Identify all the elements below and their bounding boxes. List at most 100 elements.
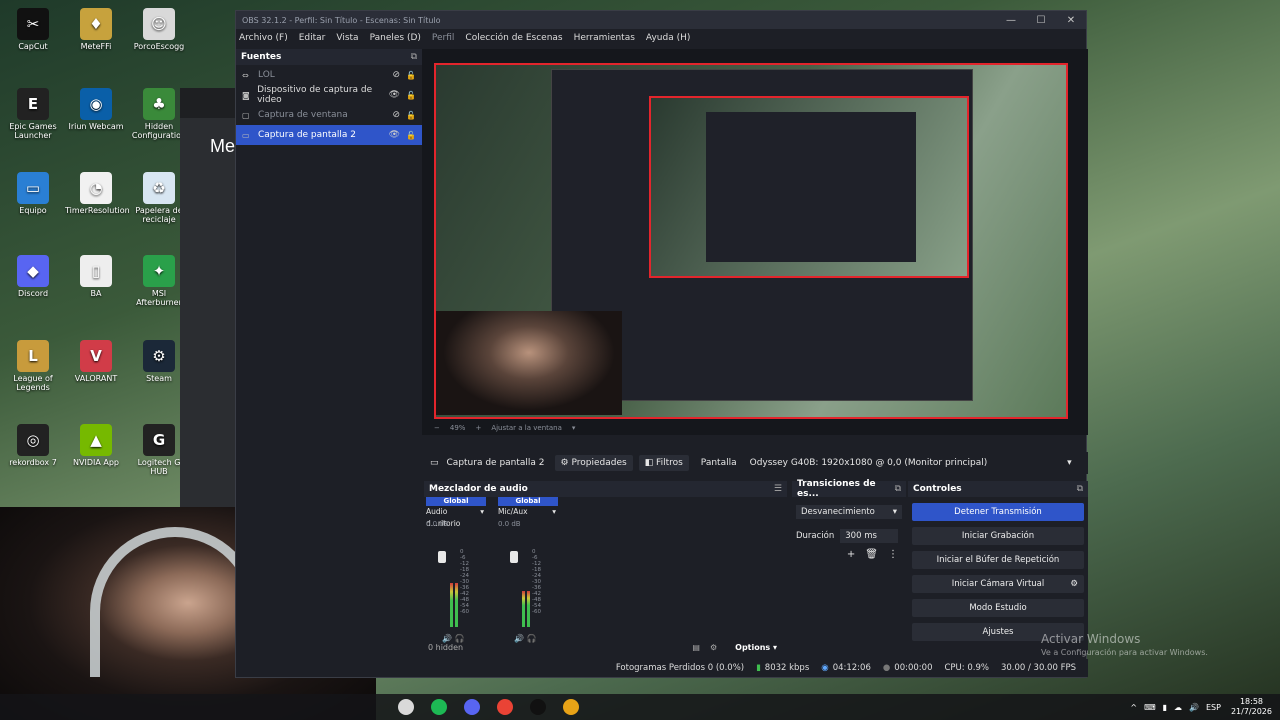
control-button[interactable]: Modo Estudio — [912, 599, 1084, 617]
trash-icon[interactable]: 🗑 — [865, 549, 878, 560]
app-icon: ◉ — [80, 88, 112, 120]
desktop-icon[interactable]: ▲ NVIDIA App — [65, 424, 127, 467]
more-icon[interactable]: ⋮ — [888, 549, 898, 560]
add-icon[interactable]: + — [847, 549, 855, 560]
menu-item[interactable]: Colección de Escenas — [465, 33, 562, 43]
eye-hidden-icon[interactable]: ⊘ — [392, 110, 400, 120]
channel-name-select[interactable]: Audio d...ritorio ▾ — [426, 506, 486, 528]
gear-icon[interactable]: ⚙ — [1070, 579, 1078, 589]
source-item-label: LOL — [258, 70, 275, 80]
dock-float-icon[interactable]: ⧉ — [895, 484, 901, 494]
tray-icon[interactable]: ESP — [1206, 703, 1221, 712]
taskbar-app-icon[interactable] — [530, 699, 546, 715]
dock-float-icon[interactable]: ⧉ — [411, 52, 417, 62]
desktop-icon[interactable]: ♦ MeteFFi — [65, 8, 127, 51]
desktop-icon[interactable]: L League of Legends — [2, 340, 64, 392]
lock-icon[interactable]: 🔓 — [406, 91, 416, 100]
desktop-icon-label: BA — [90, 289, 102, 298]
control-button[interactable]: Iniciar el Búfer de Repetición — [912, 551, 1084, 569]
volume-meter[interactable] — [438, 547, 458, 627]
control-button[interactable]: Iniciar Cámara Virtual ⚙ — [912, 575, 1084, 593]
mixer-settings-icon[interactable]: ⚙ — [710, 643, 717, 652]
volume-slider-handle[interactable] — [438, 551, 446, 563]
menu-item[interactable]: Perfil — [432, 33, 455, 43]
app-icon: ◔ — [80, 172, 112, 204]
transition-select[interactable]: Desvanecimiento ▾ — [796, 505, 902, 519]
control-buttons: Detener Transmisión Iniciar Grabación Inic… — [908, 503, 1088, 641]
layout-icon[interactable]: ▤ — [692, 643, 700, 652]
desktop-icon-label: NVIDIA App — [73, 458, 119, 467]
controls-dock: Controles ⧉ Detener Transmisión Iniciar G… — [908, 481, 1088, 653]
desktop-icon[interactable]: ▭ Equipo — [2, 172, 64, 215]
display-label: Pantalla — [700, 458, 737, 468]
volume-meter[interactable] — [510, 547, 530, 627]
app-icon: ♻ — [143, 172, 175, 204]
record-time: 00:00:00 — [894, 663, 933, 673]
lock-icon[interactable]: 🔓 — [406, 111, 416, 120]
properties-button[interactable]: ⚙ Propiedades — [554, 455, 633, 471]
desktop-icon[interactable]: ◎ rekordbox 7 — [2, 424, 64, 467]
filters-button[interactable]: ◧ Filtros — [638, 455, 689, 471]
dock-float-icon[interactable]: ⧉ — [1077, 484, 1083, 494]
taskbar-app-icon[interactable] — [497, 699, 513, 715]
tray-icon[interactable]: 🔊 — [1189, 703, 1199, 712]
source-item-label: Captura de pantalla 2 — [258, 130, 357, 140]
duration-input[interactable]: 300 ms — [840, 529, 899, 543]
maximize-button[interactable]: ☐ — [1026, 15, 1056, 26]
menu-item[interactable]: Herramientas — [574, 33, 635, 43]
eye-icon[interactable]: 👁 — [389, 130, 400, 140]
menu-item[interactable]: Paneles (D) — [370, 33, 421, 43]
channel-name-select[interactable]: Mic/Aux ▾ — [498, 506, 558, 518]
tray-icon[interactable]: ▮ — [1163, 703, 1167, 712]
control-button-label: Iniciar el Búfer de Repetición — [936, 555, 1060, 565]
zoom-out-icon[interactable]: − — [434, 424, 440, 432]
desktop-icon[interactable]: E Epic Games Launcher — [2, 88, 64, 140]
preview-canvas[interactable] — [434, 63, 1068, 419]
control-button[interactable]: Iniciar Grabación — [912, 527, 1084, 545]
control-button[interactable]: Detener Transmisión — [912, 503, 1084, 521]
tray-icon[interactable]: ⌨ — [1144, 703, 1156, 712]
control-button-label: Detener Transmisión — [954, 507, 1042, 517]
transitions-dock: Transiciones de es... ⧉ Desvanecimiento … — [792, 479, 906, 653]
tray-icon[interactable]: ^ — [1130, 703, 1137, 712]
options-button[interactable]: Options ▾ — [735, 643, 777, 652]
monitor-icon: ▭ — [430, 458, 439, 468]
eye-icon[interactable]: 👁 — [389, 90, 400, 100]
cpu-usage: CPU: 0.9% — [944, 663, 989, 673]
menu-item[interactable]: Ayuda (H) — [646, 33, 690, 43]
taskbar-app-icon[interactable] — [398, 699, 414, 715]
control-button-label: Ajustes — [982, 627, 1014, 637]
desktop-icon-label: TimerResolution — [65, 206, 130, 215]
desktop-icon[interactable]: ☺ PorcoEscogg — [128, 8, 190, 51]
eye-hidden-icon[interactable]: ⊘ — [392, 70, 400, 80]
menu-icon[interactable]: ☰ — [774, 484, 782, 494]
chevron-down-icon: ▾ — [1067, 458, 1072, 468]
lock-icon[interactable]: 🔓 — [406, 71, 416, 80]
chevron-down-icon[interactable]: ▾ — [572, 424, 576, 432]
taskbar-app-icon[interactable] — [431, 699, 447, 715]
taskbar-app-icon[interactable] — [464, 699, 480, 715]
menu-item[interactable]: Archivo (F) — [239, 33, 288, 43]
zoom-fit-select[interactable]: Ajustar a la ventana — [491, 424, 562, 432]
desktop-icon[interactable]: ◉ Iriun Webcam — [65, 88, 127, 131]
display-select[interactable]: Odyssey G40B: 1920x1080 @ 0,0 (Monitor p… — [745, 456, 1077, 470]
source-item[interactable]: ◙ Dispositivo de captura de video 👁 🔓 — [236, 85, 422, 105]
source-item[interactable]: ⇔ LOL ⊘ 🔓 — [236, 65, 422, 85]
source-item[interactable]: ▭ Captura de pantalla 2 👁 🔓 — [236, 125, 422, 145]
volume-slider-handle[interactable] — [510, 551, 518, 563]
desktop-icon[interactable]: ◔ TimerResolution — [65, 172, 130, 215]
lock-icon[interactable]: 🔓 — [406, 131, 416, 140]
taskbar-app-icon[interactable] — [563, 699, 579, 715]
menu-item[interactable]: Editar — [299, 33, 326, 43]
close-button[interactable]: ✕ — [1056, 15, 1086, 26]
desktop-icon[interactable]: ▯ BA — [65, 255, 127, 298]
tray-icon[interactable]: ☁ — [1174, 703, 1182, 712]
zoom-in-icon[interactable]: + — [475, 424, 481, 432]
desktop-icon[interactable]: ✂ CapCut — [2, 8, 64, 51]
source-item[interactable]: ▢ Captura de ventana ⊘ 🔓 — [236, 105, 422, 125]
desktop-icon[interactable]: V VALORANT — [65, 340, 127, 383]
menu-item[interactable]: Vista — [336, 33, 358, 43]
desktop-icon[interactable]: ◆ Discord — [2, 255, 64, 298]
clock[interactable]: 18:58 21/7/2026 — [1231, 697, 1272, 717]
minimize-button[interactable]: — — [996, 15, 1026, 26]
